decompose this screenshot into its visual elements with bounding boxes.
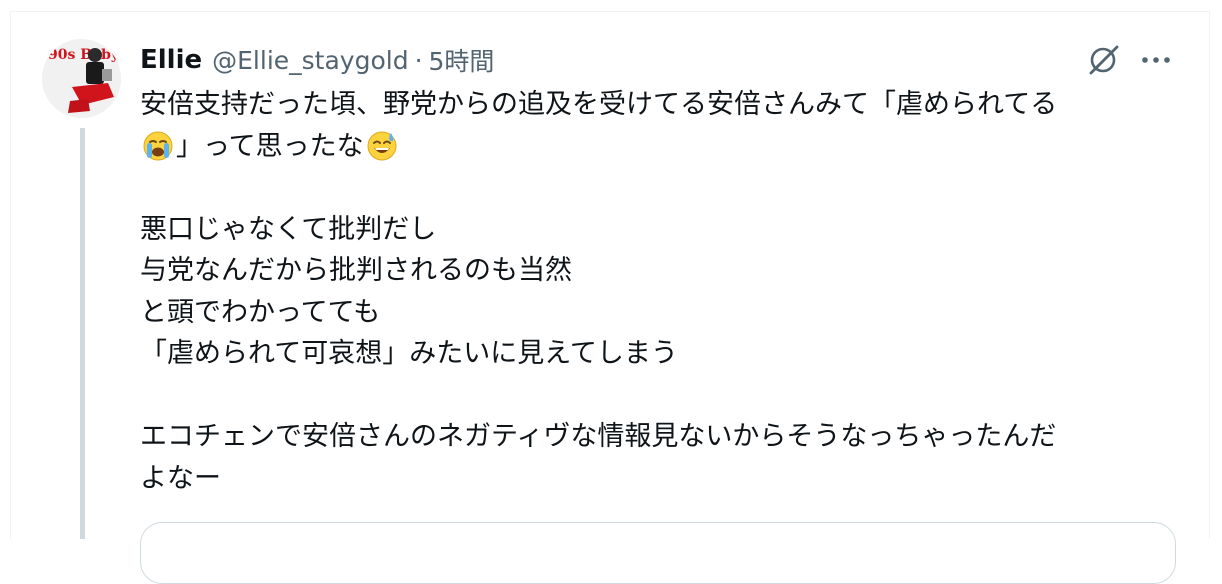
loudly-crying-face-emoji [142, 130, 174, 162]
quoted-card[interactable] [140, 522, 1176, 584]
meta-separator: · [414, 45, 423, 75]
tweet-line: エコチェンで安倍さんのネガティヴな情報見ないからそうなっちゃったんだ [140, 416, 1180, 458]
avatar-image: 90s Baby [42, 39, 121, 118]
more-icon[interactable] [1138, 42, 1174, 78]
tweet-line-6: 「虐められて可哀想」みたいに見えてしまう [140, 338, 678, 369]
tweet-text: 安倍支持だった頃、野党からの追及を受けてる安倍さんみて「虐められてる 」って思っ… [140, 84, 1180, 499]
tweet-line-7: エコチェンで安倍さんのネガティヴな情報見ないからそうなっちゃったんだ [140, 421, 1057, 452]
tweet-line: 与党なんだから批判されるのも当然 [140, 250, 1180, 292]
grok-icon[interactable] [1086, 42, 1122, 78]
avatar[interactable]: 90s Baby [42, 39, 121, 118]
timestamp[interactable]: 5時間 [429, 42, 495, 78]
tweet-line: 「虐められて可哀想」みたいに見えてしまう [140, 333, 1180, 375]
tweet-line-5: と頭でわかってても [140, 296, 381, 328]
tweet-line-3: 悪口じゃなくて批判だし [140, 213, 437, 245]
tweet-line-1: 安倍支持だった頃、野党からの追及を受けてる安倍さんみて「虐められてる [140, 89, 1058, 120]
tweet-line: 」って思ったな [140, 126, 1180, 168]
thread-line [80, 128, 85, 539]
tweet-line: よなー [140, 458, 1180, 500]
author-handle[interactable]: @Ellie_staygold [212, 46, 408, 75]
tweet-frame-left [10, 12, 11, 539]
tweet-line: 悪口じゃなくて批判だし [140, 209, 1180, 251]
tweet-frame-top [10, 11, 1210, 12]
tweet-line-2: 」って思ったな [176, 130, 364, 162]
tweet-header: Ellie @Ellie_staygold · 5時間 [140, 40, 494, 80]
tweet-line: と頭でわかってても [140, 292, 1180, 334]
author-name[interactable]: Ellie [140, 45, 202, 75]
tweet-line: 安倍支持だった頃、野党からの追及を受けてる安倍さんみて「虐められてる [140, 84, 1180, 126]
tweet-line-8: よなー [140, 462, 221, 494]
tweet-frame-right [1209, 12, 1210, 539]
tweet-line-4: 与党なんだから批判されるのも当然 [140, 255, 572, 286]
avatar-text-90s: 90s Baby [48, 47, 120, 63]
grinning-sweat-emoji [366, 130, 398, 162]
